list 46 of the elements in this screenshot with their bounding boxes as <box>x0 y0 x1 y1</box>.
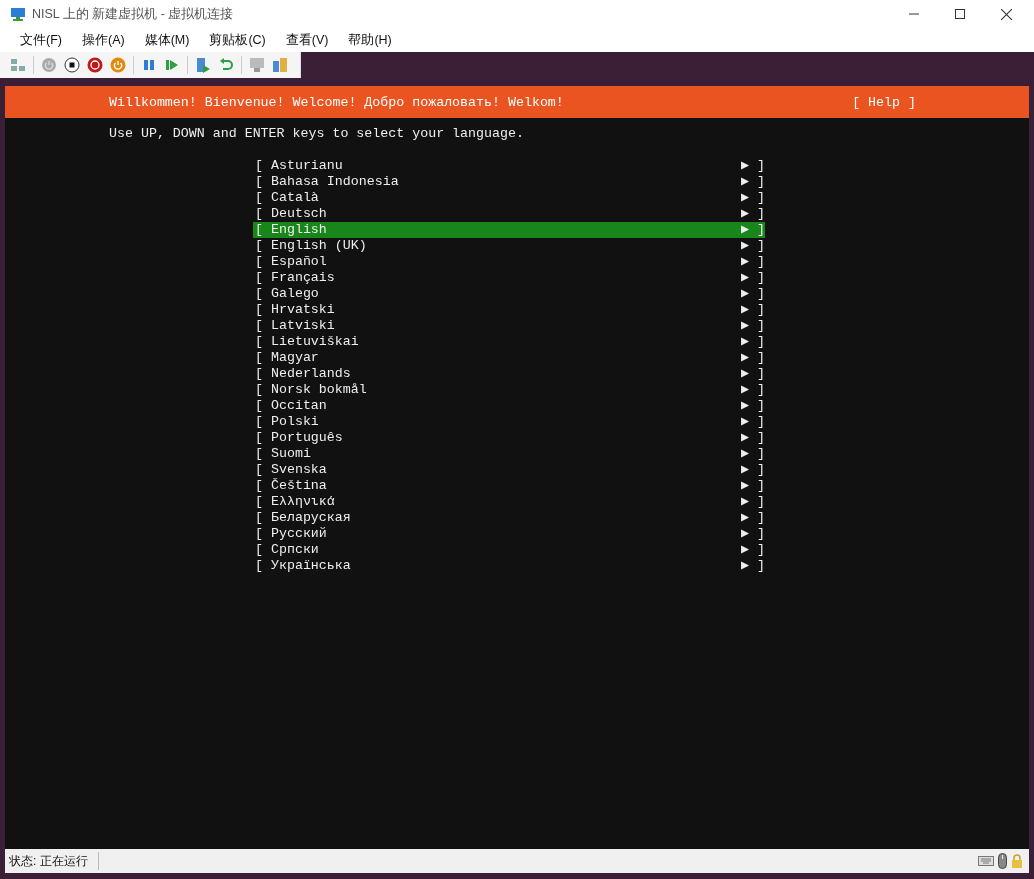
language-option[interactable]: [ English ▶ ] <box>253 222 765 238</box>
language-option[interactable]: [ Español ▶ ] <box>253 254 765 270</box>
language-option[interactable]: [ Norsk bokmål ▶ ] <box>253 382 765 398</box>
language-option[interactable]: [ Bahasa Indonesia ▶ ] <box>253 174 765 190</box>
monitor-icon <box>10 6 26 22</box>
welcome-heading: Willkommen! Bienvenue! Welcome! Добро пожаловать! Welkom! <box>109 94 564 110</box>
language-option[interactable]: [ Català ▶ ] <box>253 190 765 206</box>
lock-icon <box>1011 854 1023 868</box>
language-option[interactable]: [ Suomi ▶ ] <box>253 446 765 462</box>
language-option[interactable]: [ Deutsch ▶ ] <box>253 206 765 222</box>
menu-item[interactable]: 媒体(M) <box>144 31 190 49</box>
keyboard-icon <box>978 856 994 866</box>
language-option[interactable]: [ Čeština ▶ ] <box>253 478 765 494</box>
menu-item[interactable]: 剪贴板(C) <box>209 31 266 49</box>
language-option[interactable]: [ Magyar ▶ ] <box>253 350 765 366</box>
close-icon[interactable] <box>1001 8 1012 20</box>
pause-icon[interactable] <box>141 57 157 73</box>
language-option[interactable]: [ Українська ▶ ] <box>253 558 765 574</box>
language-option[interactable]: [ Galego ▶ ] <box>253 286 765 302</box>
language-option[interactable]: [ Ελληνικά ▶ ] <box>253 494 765 510</box>
language-option[interactable]: [ Беларуская ▶ ] <box>253 510 765 526</box>
language-option[interactable]: [ Polski ▶ ] <box>253 414 765 430</box>
language-option[interactable]: [ Occitan ▶ ] <box>253 398 765 414</box>
menu-item[interactable]: 文件(F) <box>20 31 62 49</box>
language-option[interactable]: [ Asturianu ▶ ] <box>253 158 765 174</box>
mouse-icon <box>998 853 1007 869</box>
enhanced-session-icon[interactable] <box>249 57 265 73</box>
language-option[interactable]: [ Latviski ▶ ] <box>253 318 765 334</box>
language-option[interactable]: [ English (UK) ▶ ] <box>253 238 765 254</box>
language-option[interactable]: [ Русский ▶ ] <box>253 526 765 542</box>
menu-item[interactable]: 帮助(H) <box>348 31 392 49</box>
help-button[interactable]: [ Help ] <box>852 94 916 110</box>
menu-item[interactable]: 查看(V) <box>285 31 329 49</box>
language-option[interactable]: [ Français ▶ ] <box>253 270 765 286</box>
revert-icon[interactable] <box>218 57 234 73</box>
language-option[interactable]: [ Português ▶ ] <box>253 430 765 446</box>
menu-item[interactable]: 操作(A) <box>81 31 125 49</box>
language-option[interactable]: [ Српски ▶ ] <box>253 542 765 558</box>
language-option[interactable]: [ Svenska ▶ ] <box>253 462 765 478</box>
instruction-text: Use UP, DOWN and ENTER keys to select your language. <box>108 125 525 142</box>
language-option[interactable]: [ Nederlands ▶ ] <box>253 366 765 382</box>
language-option[interactable]: [ Lietuviškai ▶ ] <box>253 334 765 350</box>
language-option[interactable]: [ Hrvatski ▶ ] <box>253 302 765 318</box>
window-title: NISL 上的 新建虚拟机 - 虚拟机连接 <box>32 5 234 23</box>
status-text: 状态: 正在运行 <box>9 852 88 870</box>
maximize-icon[interactable] <box>955 9 965 19</box>
